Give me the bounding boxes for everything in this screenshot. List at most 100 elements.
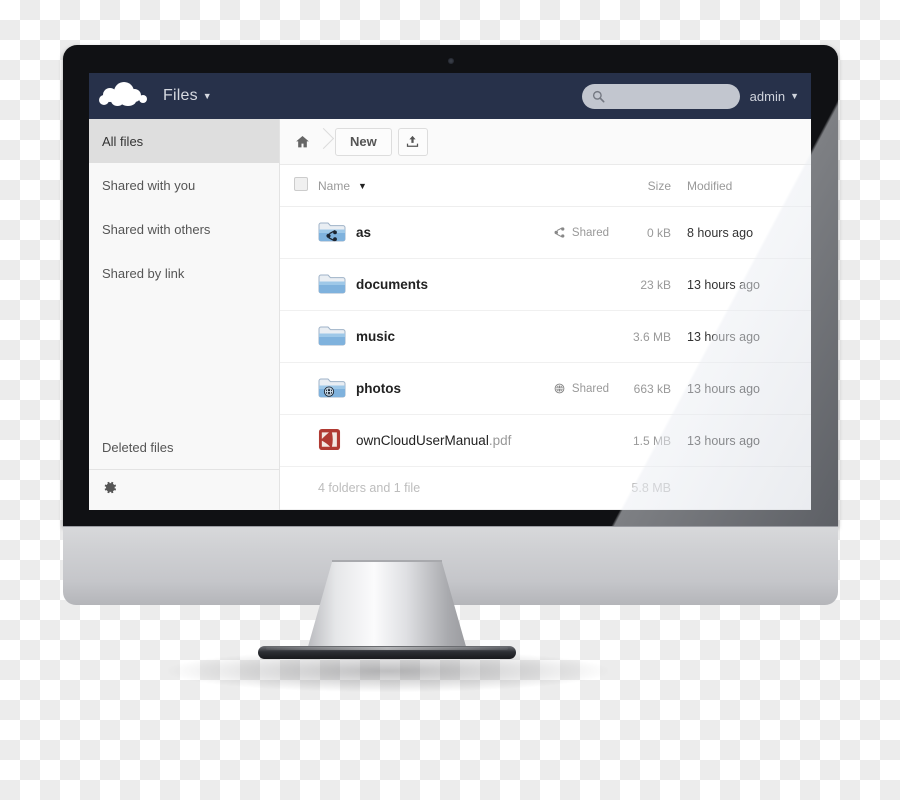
webcam-dot	[447, 58, 454, 64]
sidebar: All files Shared with you Shared with ot…	[89, 119, 280, 510]
name-column-header[interactable]: Name ▼	[318, 165, 585, 207]
home-icon[interactable]	[294, 134, 311, 150]
sidebar-item-all-files[interactable]: All files	[89, 119, 279, 163]
name-header-label: Name	[318, 178, 351, 193]
row-name-cell: documents	[318, 259, 585, 311]
file-name[interactable]: music	[318, 324, 585, 350]
file-name-label: as	[356, 225, 372, 240]
row-size-cell: Shared 663 kB	[554, 363, 671, 415]
shared-label: Shared	[571, 226, 609, 239]
file-modified-label: 13 hours ago	[687, 277, 760, 292]
shared-badge[interactable]: Shared	[553, 226, 609, 239]
file-size-label: 23 kB	[640, 277, 671, 292]
file-modified-label: 13 hours ago	[687, 381, 760, 396]
file-ext-label: .pdf	[488, 433, 512, 448]
row-checkbox-cell	[280, 415, 318, 467]
sidebar-item-label: Shared with others	[102, 221, 211, 237]
app-title-label: Files	[163, 87, 198, 104]
header-right: admin ▼	[581, 83, 811, 109]
monitor-bezel: Files ▼ admin ▼ All files Shared with yo…	[63, 45, 838, 526]
sidebar-item-shared-with-you[interactable]: Shared with you	[89, 163, 279, 207]
table-row[interactable]: photos Shared 663 kB 13 hours ago	[280, 363, 811, 415]
app-body: All files Shared with you Shared with ot…	[89, 119, 811, 510]
file-name-label: music	[356, 329, 396, 344]
summary-size-label: 5.8 MB	[631, 481, 671, 495]
size-column-header[interactable]: Size	[585, 165, 671, 207]
row-checkbox-cell	[280, 207, 318, 259]
file-name[interactable]: documents	[318, 272, 585, 298]
chevron-down-icon: ▼	[790, 90, 799, 101]
file-modified-label: 13 hours ago	[687, 433, 760, 448]
file-name-label: photos	[356, 381, 401, 396]
row-size-cell: Shared 0 kB	[554, 207, 671, 259]
sort-desc-icon: ▼	[358, 180, 367, 191]
shared-label: Shared	[571, 382, 609, 395]
table-row[interactable]: music 3.6 MB 13 hours ago	[280, 311, 811, 363]
table-row[interactable]: ownCloudUserManual .pdf 1.5 MB 13 hours …	[280, 415, 811, 467]
modified-column-header[interactable]: Modified	[671, 165, 811, 207]
folder-shared-icon	[318, 220, 346, 246]
sidebar-item-label: Shared with you	[102, 177, 196, 193]
owncloud-logo-icon[interactable]	[99, 81, 151, 111]
search-input[interactable]	[609, 89, 724, 103]
sidebar-nav: All files Shared with you Shared with ot…	[89, 119, 279, 295]
sidebar-item-label: All files	[102, 133, 144, 149]
sidebar-footer	[89, 469, 279, 510]
select-all-header	[280, 165, 318, 207]
sidebar-item-shared-with-others[interactable]: Shared with others	[89, 207, 279, 251]
monitor-shadow	[168, 650, 608, 692]
file-name[interactable]: as	[318, 220, 585, 246]
monitor-stand-neck	[307, 560, 467, 650]
table-row[interactable]: documents 23 kB 13 hours ago	[280, 259, 811, 311]
new-button[interactable]: New	[335, 127, 392, 156]
file-size-label: 3.6 MB	[632, 329, 671, 344]
row-checkbox-cell	[280, 363, 318, 415]
sidebar-item-shared-by-link[interactable]: Shared by link	[89, 251, 279, 295]
table-header-row: Name ▼ Size Modified	[280, 165, 811, 207]
file-modified-label: 13 hours ago	[687, 329, 760, 344]
search-icon	[592, 90, 605, 103]
folder-icon	[318, 272, 346, 298]
row-name-cell: ownCloudUserManual .pdf	[318, 415, 585, 467]
file-size-label: 0 kB	[646, 225, 671, 240]
user-menu[interactable]: admin ▼	[750, 89, 799, 104]
summary-spacer-2	[671, 467, 811, 510]
table-summary-row: 4 folders and 1 file 5.8 MB	[280, 467, 811, 510]
monitor-stand-neck-top	[332, 560, 442, 562]
file-name-label: ownCloudUserManual	[356, 433, 489, 448]
imac-monitor: Files ▼ admin ▼ All files Shared with yo…	[63, 45, 838, 605]
file-controls-bar: New	[280, 119, 811, 165]
breadcrumb-separator-icon	[313, 127, 335, 157]
upload-icon	[407, 135, 419, 147]
share-icon	[554, 227, 565, 238]
shared-badge[interactable]: Shared	[553, 382, 609, 395]
file-list-panel: New Name ▼ Size Modified as Shared 0 kB …	[280, 119, 811, 510]
file-size-label: 663 kB	[633, 381, 671, 396]
folder-icon	[318, 324, 346, 350]
upload-button[interactable]	[397, 127, 428, 156]
row-checkbox-cell	[280, 259, 318, 311]
chevron-down-icon: ▼	[202, 90, 212, 101]
file-name[interactable]: photos	[318, 376, 585, 402]
select-all-checkbox[interactable]	[294, 177, 308, 191]
gear-icon[interactable]	[103, 480, 118, 500]
sidebar-item-deleted-files[interactable]: Deleted files	[89, 425, 279, 469]
app-title-menu[interactable]: Files ▼	[163, 87, 212, 105]
file-name-label: documents	[356, 277, 429, 292]
file-table-body: as Shared 0 kB 8 hours ago documents 23 …	[280, 207, 811, 510]
chin-edge-line	[63, 526, 838, 527]
row-name-cell: music	[318, 311, 585, 363]
app-header: Files ▼ admin ▼	[89, 73, 811, 119]
summary-label: 4 folders and 1 file	[318, 481, 421, 495]
folder-public-icon	[318, 376, 346, 402]
search-box[interactable]	[581, 83, 740, 109]
globe-icon	[554, 383, 565, 394]
file-name[interactable]: ownCloudUserManual .pdf	[318, 428, 585, 454]
sidebar-item-label: Shared by link	[102, 265, 185, 281]
sidebar-item-label: Deleted files	[102, 439, 174, 455]
table-row[interactable]: as Shared 0 kB 8 hours ago	[280, 207, 811, 259]
row-checkbox-cell	[280, 311, 318, 363]
pdf-file-icon	[318, 428, 346, 454]
screen-content: Files ▼ admin ▼ All files Shared with yo…	[89, 73, 811, 510]
